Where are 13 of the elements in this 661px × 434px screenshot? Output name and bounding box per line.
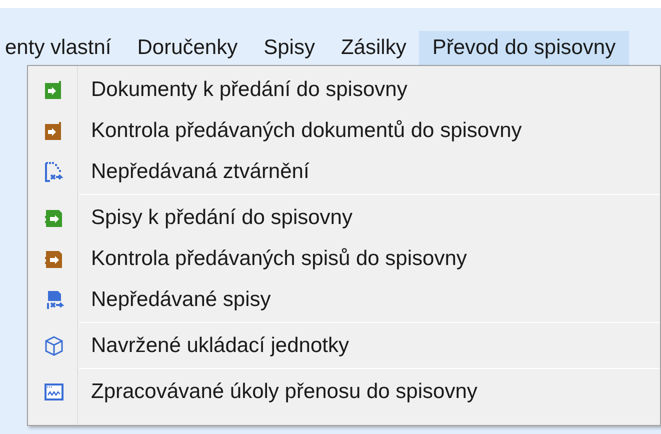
menu-bar-item[interactable]: Zásilky (328, 31, 420, 65)
menu-item[interactable]: Kontrola předávaných dokumentů do spisovny (28, 110, 660, 151)
menu-item[interactable]: Navržené ukládací jednotky (28, 325, 660, 366)
menu-item[interactable]: Dokumenty k předání do spisovny (28, 69, 660, 110)
menu-bar-item[interactable]: Spisy (250, 31, 328, 65)
menu-item[interactable]: Spisy k předání do spisovny (28, 197, 660, 238)
menu-bar-item[interactable]: Převod do spisovny (419, 31, 629, 65)
menu-item[interactable]: Kontrola předávaných spisů do spisovny (28, 238, 660, 279)
menu-bar-item[interactable]: Doručenky (124, 31, 251, 65)
menu-item[interactable]: Zpracovávané úkoly přenosu do spisovny (28, 371, 660, 412)
menu-item[interactable]: Nepředávané spisy (28, 279, 660, 320)
menu-bar-item[interactable]: enty vlastní (0, 31, 124, 65)
menu-item[interactable]: Nepředávaná ztvárnění (28, 151, 660, 192)
